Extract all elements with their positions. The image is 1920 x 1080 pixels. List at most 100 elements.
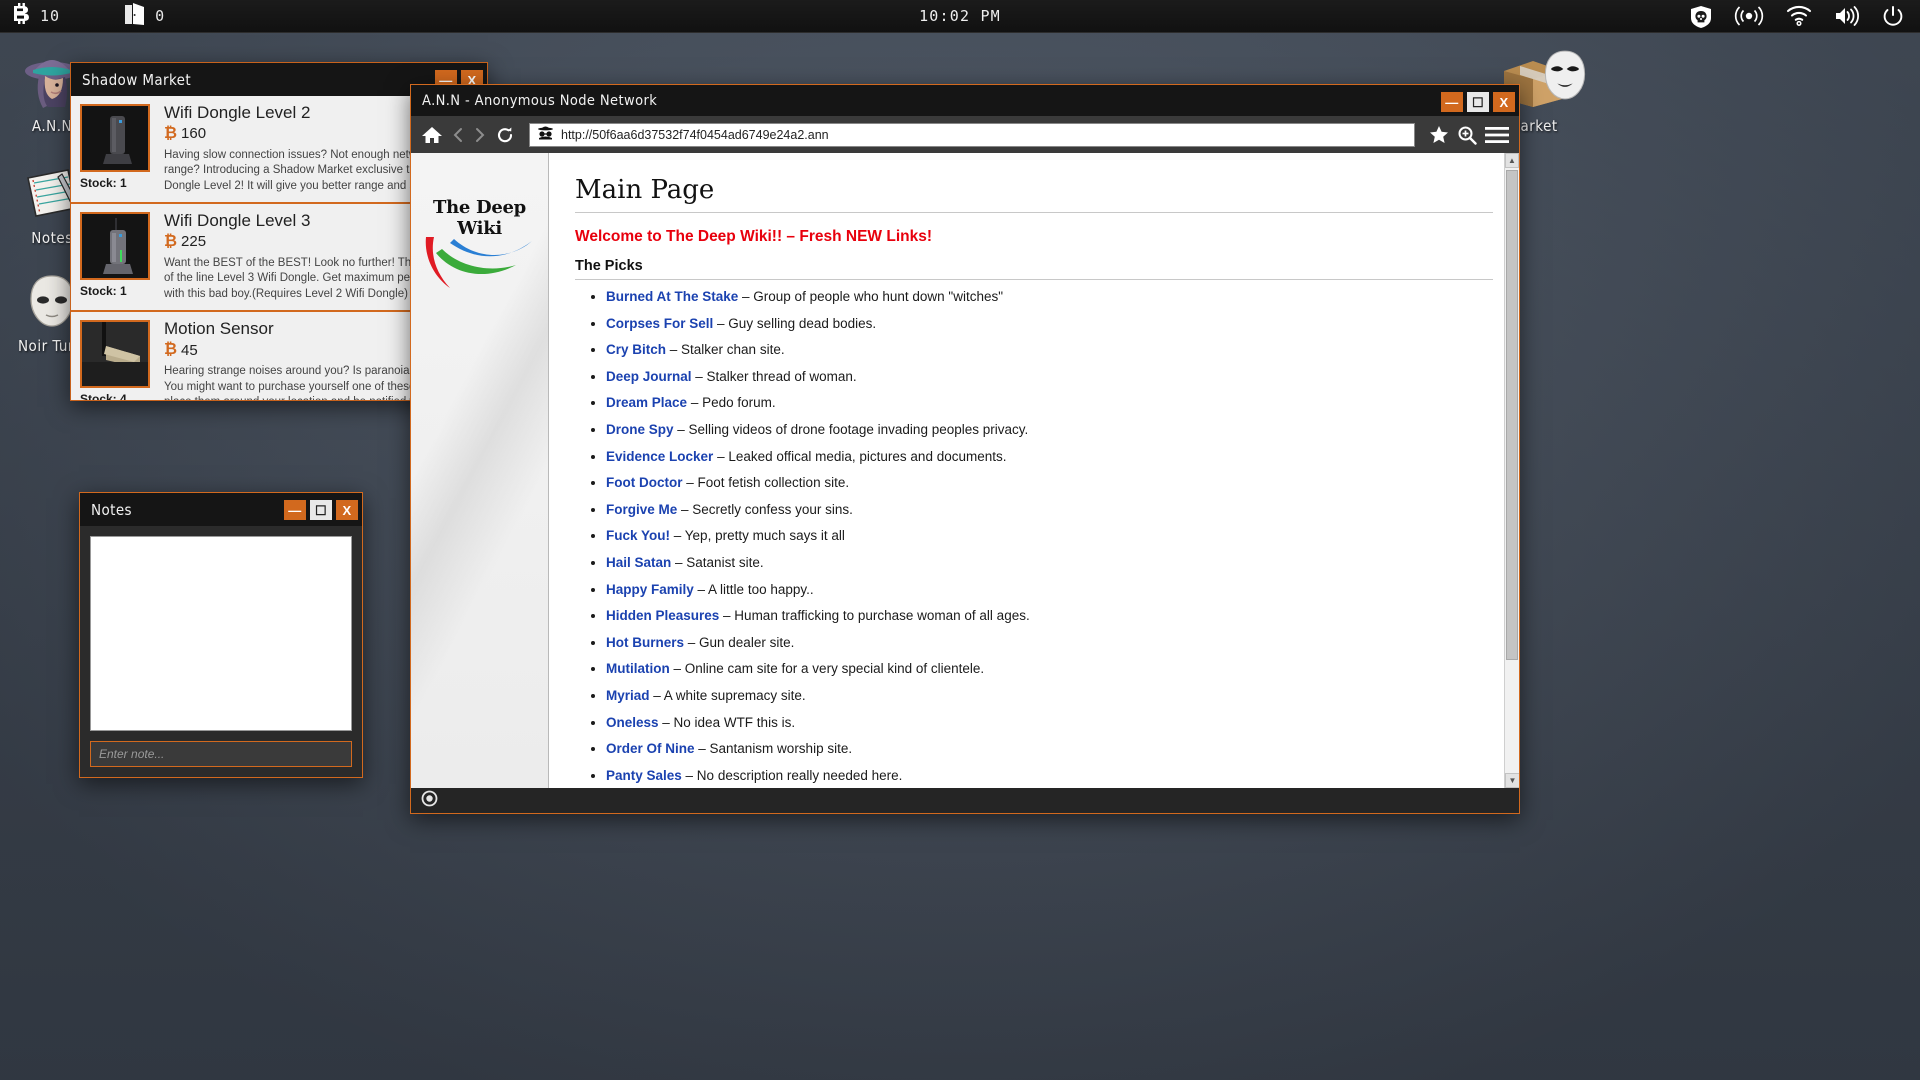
wiki-section-heading: The Picks xyxy=(575,258,1493,280)
page-scrollbar[interactable]: ▲ ▼ xyxy=(1504,153,1519,788)
wiki-link-item: Mutilation – Online cam site for a very … xyxy=(606,661,1493,676)
wiki-link[interactable]: Burned At The Stake xyxy=(606,289,738,304)
wiki-logo-text: The Deep Wiki xyxy=(420,197,540,239)
wiki-link[interactable]: Deep Journal xyxy=(606,369,692,384)
window-title: Notes xyxy=(91,501,284,519)
bitcoin-icon: ₿ xyxy=(164,233,177,251)
notes-body xyxy=(79,526,363,778)
close-button[interactable]: X xyxy=(336,500,358,520)
wiki-link[interactable]: Myriad xyxy=(606,688,650,703)
market-item-thumb-wrap: Stock: 1 xyxy=(80,212,152,302)
wiki-link[interactable]: Order Of Nine xyxy=(606,741,695,756)
market-item-price-value: 160 xyxy=(181,125,206,142)
wiki-link-item: Evidence Locker – Leaked offical media, … xyxy=(606,449,1493,464)
back-chevron-icon[interactable] xyxy=(451,126,465,144)
url-bar[interactable]: http://50f6aa6d37532f74f0454ad6749e24a2.… xyxy=(529,123,1415,147)
wiki-link-item: Drone Spy – Selling videos of drone foot… xyxy=(606,422,1493,437)
wiki-link-description: – Satanist site. xyxy=(671,555,763,570)
scroll-up-arrow[interactable]: ▲ xyxy=(1505,153,1519,168)
market-item-price-value: 225 xyxy=(181,233,206,250)
window-controls: — ☐ X xyxy=(1441,85,1519,116)
window-title: Shadow Market xyxy=(82,71,435,89)
wiki-link[interactable]: Cry Bitch xyxy=(606,342,666,357)
market-item-stock: Stock: 1 xyxy=(80,176,152,190)
maximize-button[interactable]: ☐ xyxy=(310,500,332,520)
wiki-link[interactable]: Dream Place xyxy=(606,395,687,410)
hamburger-menu-icon[interactable] xyxy=(1485,126,1509,144)
wiki-link[interactable]: Corpses For Sell xyxy=(606,316,713,331)
volume-icon[interactable] xyxy=(1834,5,1860,27)
minimize-button[interactable]: — xyxy=(1441,92,1463,112)
wiki-link-description: – Online cam site for a very special kin… xyxy=(670,661,984,676)
wiki-link[interactable]: Hidden Pleasures xyxy=(606,608,719,623)
wiki-link-item: Hidden Pleasures – Human trafficking to … xyxy=(606,608,1493,623)
browser-window: A.N.N - Anonymous Node Network — ☐ X xyxy=(410,84,1520,814)
wiki-link-description: – Leaked offical media, pictures and doc… xyxy=(713,449,1006,464)
maximize-button[interactable]: ☐ xyxy=(1467,92,1489,112)
taskbar-clock: 10:02 PM xyxy=(0,7,1920,25)
wiki-link[interactable]: Oneless xyxy=(606,715,659,730)
power-icon[interactable] xyxy=(1882,5,1904,27)
wiki-link-item: Dream Place – Pedo forum. xyxy=(606,395,1493,410)
market-item-stock: Stock: 1 xyxy=(80,284,152,298)
magnifier-plus-icon[interactable] xyxy=(1457,125,1477,145)
wiki-link-description: – A white supremacy site. xyxy=(650,688,806,703)
wifi-dongle-3-image xyxy=(80,212,150,280)
wiki-link[interactable]: Forgive Me xyxy=(606,502,677,517)
wiki-link-list: Burned At The Stake – Group of people wh… xyxy=(575,289,1493,788)
note-input[interactable] xyxy=(90,741,352,767)
wiki-logo[interactable]: The Deep Wiki xyxy=(420,197,540,293)
wiki-link-item: Forgive Me – Secretly confess your sins. xyxy=(606,502,1493,517)
wiki-link[interactable]: Evidence Locker xyxy=(606,449,713,464)
wiki-link[interactable]: Happy Family xyxy=(606,582,694,597)
wiki-content: Main Page Welcome to The Deep Wiki!! – F… xyxy=(548,153,1519,788)
market-item-thumb-wrap: Stock: 1 xyxy=(80,104,152,194)
wiki-link-description: – Secretly confess your sins. xyxy=(677,502,853,517)
wiki-link-item: Hail Satan – Satanist site. xyxy=(606,555,1493,570)
wiki-link[interactable]: Foot Doctor xyxy=(606,475,683,490)
star-icon[interactable] xyxy=(1429,125,1449,144)
wiki-link-item: Cry Bitch – Stalker chan site. xyxy=(606,342,1493,357)
forward-chevron-icon[interactable] xyxy=(473,126,487,144)
market-item-price-value: 45 xyxy=(181,342,198,359)
wiki-link[interactable]: Mutilation xyxy=(606,661,670,676)
wiki-link[interactable]: Panty Sales xyxy=(606,768,682,783)
wiki-link-description: – Foot fetish collection site. xyxy=(683,475,850,490)
market-item-stock: Stock: 4 xyxy=(80,392,152,401)
window-title: A.N.N - Anonymous Node Network xyxy=(422,93,1441,109)
wifi-dongle-2-image xyxy=(80,104,150,172)
wiki-link[interactable]: Hot Burners xyxy=(606,635,684,650)
skull-shield-icon[interactable] xyxy=(1690,5,1712,27)
bitcoin-icon: ₿ xyxy=(164,125,177,143)
wiki-link[interactable]: Drone Spy xyxy=(606,422,674,437)
close-button[interactable]: X xyxy=(1493,92,1515,112)
motion-sensor-image xyxy=(80,320,150,388)
wiki-link-item: Foot Doctor – Foot fetish collection sit… xyxy=(606,475,1493,490)
broadcast-icon[interactable] xyxy=(1734,5,1764,27)
reload-icon[interactable] xyxy=(495,125,515,145)
browser-titlebar[interactable]: A.N.N - Anonymous Node Network — ☐ X xyxy=(410,84,1520,116)
wiki-link-item: Panty Sales – No description really need… xyxy=(606,768,1493,783)
wifi-icon[interactable] xyxy=(1786,5,1812,27)
circle-record-icon[interactable] xyxy=(421,790,438,812)
home-icon[interactable] xyxy=(421,125,443,145)
wiki-link[interactable]: Hail Satan xyxy=(606,555,671,570)
notes-text-area[interactable] xyxy=(90,536,352,731)
browser-toolbar: http://50f6aa6d37532f74f0454ad6749e24a2.… xyxy=(410,116,1520,153)
notes-titlebar[interactable]: Notes — ☐ X xyxy=(79,492,363,526)
minimize-button[interactable]: — xyxy=(284,500,306,520)
wiki-link[interactable]: Fuck You! xyxy=(606,528,670,543)
bitcoin-icon: ₿ xyxy=(164,341,177,359)
wiki-link-item: Deep Journal – Stalker thread of woman. xyxy=(606,369,1493,384)
scroll-down-arrow[interactable]: ▼ xyxy=(1505,773,1519,788)
wiki-link-item: Myriad – A white supremacy site. xyxy=(606,688,1493,703)
wiki-link-description: – No idea WTF this is. xyxy=(659,715,796,730)
spy-detective-icon xyxy=(537,125,554,145)
wiki-link-item: Happy Family – A little too happy.. xyxy=(606,582,1493,597)
wiki-link-description: – Guy selling dead bodies. xyxy=(713,316,876,331)
market-item-thumb-wrap: Stock: 4 xyxy=(80,320,152,401)
page-title: Main Page xyxy=(575,175,1493,213)
scrollbar-thumb[interactable] xyxy=(1506,170,1518,660)
wiki-link-item: Order Of Nine – Santanism worship site. xyxy=(606,741,1493,756)
wiki-link-item: Hot Burners – Gun dealer site. xyxy=(606,635,1493,650)
